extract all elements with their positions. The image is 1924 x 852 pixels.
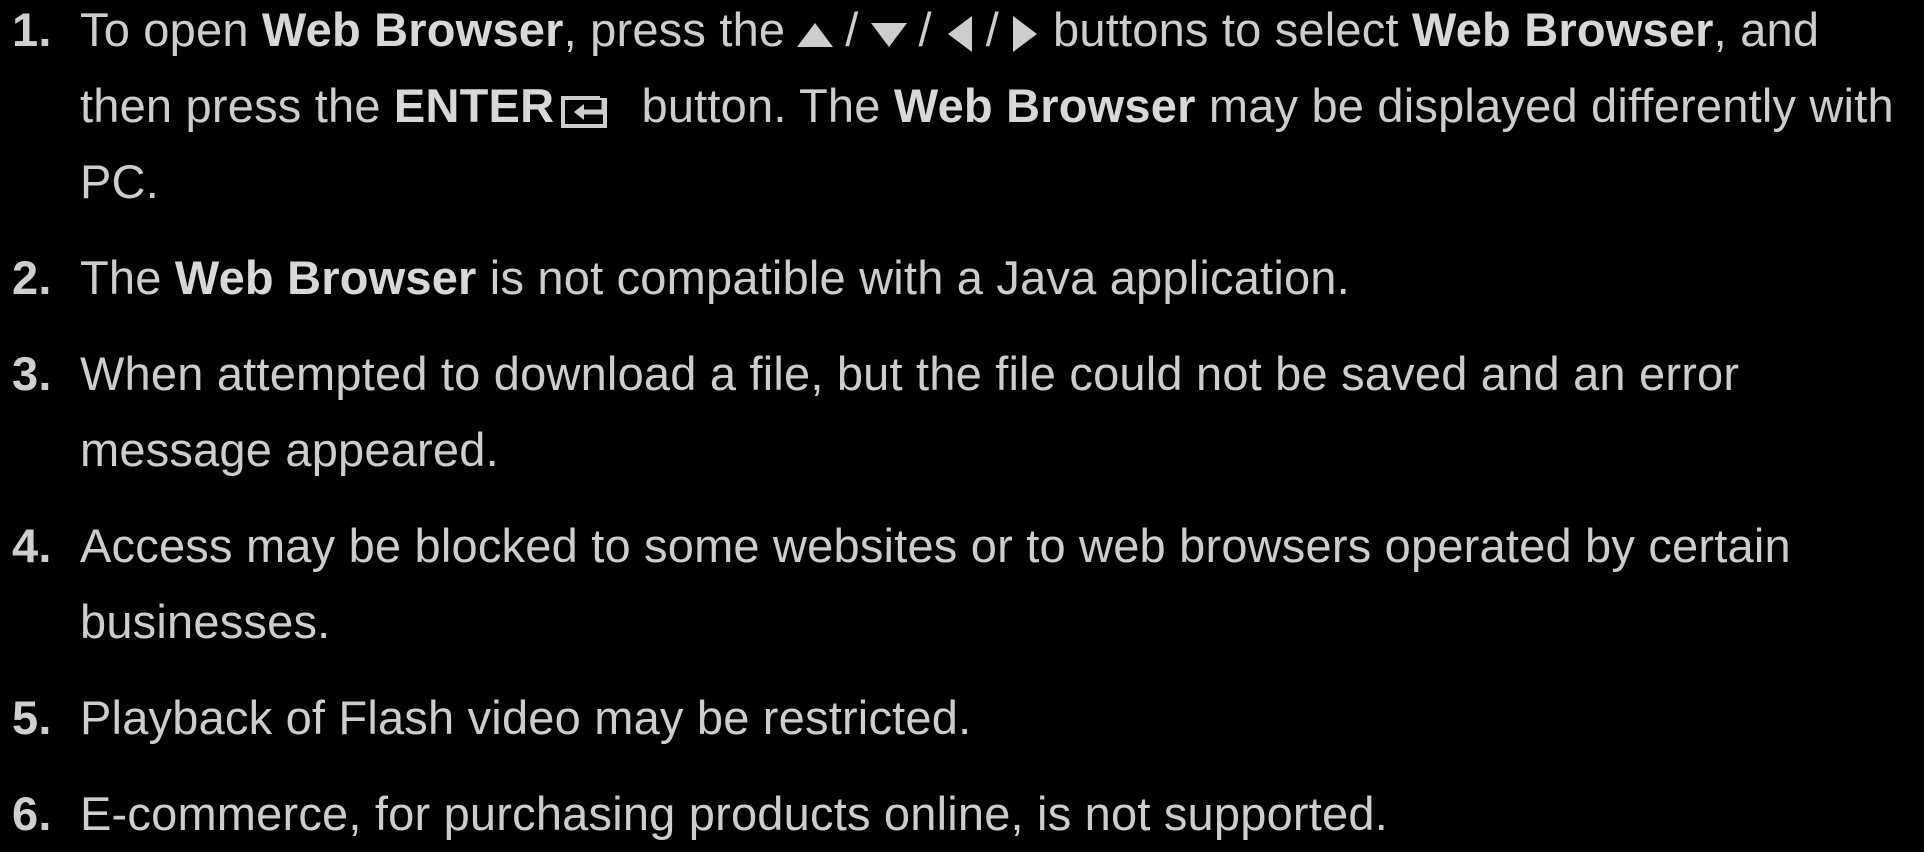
separator: / (845, 3, 859, 56)
up-arrow-icon (797, 22, 834, 47)
right-arrow-icon (1013, 15, 1038, 52)
text-segment: button. The (628, 79, 894, 132)
separator: / (985, 3, 1000, 56)
enter-icon (561, 91, 613, 128)
separator: / (918, 3, 932, 56)
bold-term: Web Browser (1411, 3, 1714, 56)
text-segment: , press the (563, 3, 786, 56)
item-number: 1. (12, 3, 52, 56)
button-name: ENTER (393, 79, 555, 132)
item-number: 6. (12, 787, 52, 840)
item-text: The Web Browser is not compatible with a… (80, 240, 1910, 316)
bold-term: Web Browser (261, 3, 564, 56)
bold-term: Web Browser (174, 251, 477, 304)
item-text: When attempted to download a file, but t… (80, 347, 1740, 476)
item-number: 2. (12, 251, 52, 304)
text-segment: The (80, 251, 175, 304)
text-segment: is not compatible with a Java applicatio… (476, 251, 1350, 304)
text-segment: buttons to select (1053, 3, 1412, 56)
item-text: Playback of Flash video may be restricte… (80, 691, 972, 744)
down-arrow-icon (870, 22, 907, 47)
item-text: To open Web Browser, press the / / / buttons… (80, 0, 1910, 220)
item-text: E-commerce, for purchasing products onli… (80, 787, 1388, 840)
left-arrow-icon (947, 15, 972, 52)
item-text: Access may be blocked to some websites o… (80, 519, 1791, 648)
text-segment: To open (80, 3, 262, 56)
item-number: 3. (12, 347, 52, 400)
item-number: 5. (12, 691, 52, 744)
item-number: 4. (12, 519, 52, 572)
bold-term: Web Browser (893, 79, 1196, 132)
